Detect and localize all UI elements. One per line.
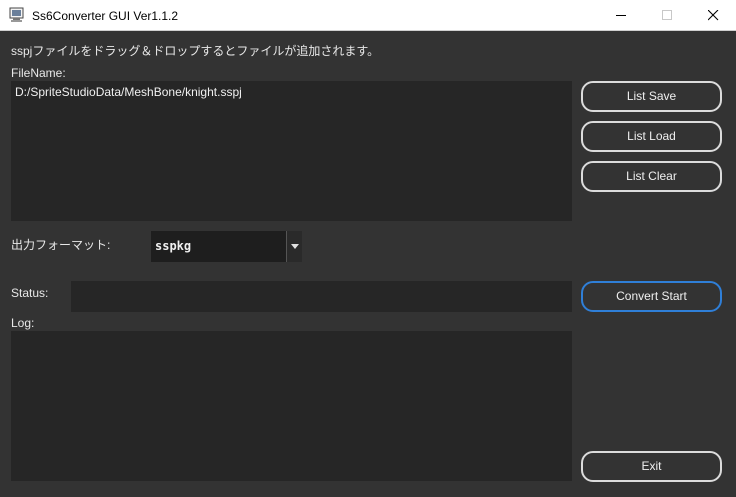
window-title: Ss6Converter GUI Ver1.1.2 xyxy=(32,9,179,23)
maximize-icon xyxy=(662,10,672,20)
minimize-button[interactable] xyxy=(598,0,644,31)
dropdown-arrow[interactable] xyxy=(286,231,302,262)
list-clear-button[interactable]: List Clear xyxy=(581,161,722,192)
output-format-value: sspkg xyxy=(155,239,192,253)
list-item[interactable]: D:/SpriteStudioData/MeshBone/knight.sspj xyxy=(15,85,242,99)
maximize-button[interactable] xyxy=(644,0,690,31)
close-icon xyxy=(708,10,719,21)
convert-start-button[interactable]: Convert Start xyxy=(581,281,722,312)
minimize-icon xyxy=(616,15,626,16)
output-format-select[interactable]: sspkg xyxy=(151,231,302,262)
exit-button[interactable]: Exit xyxy=(581,451,722,482)
list-load-button[interactable]: List Load xyxy=(581,121,722,152)
instructions-text: sspjファイルをドラッグ＆ドロップするとファイルが追加されます。 xyxy=(11,44,380,58)
close-button[interactable] xyxy=(690,0,736,31)
log-area[interactable] xyxy=(11,331,572,481)
status-field xyxy=(71,281,572,312)
log-label: Log: xyxy=(11,316,35,330)
chevron-down-icon xyxy=(291,244,299,249)
list-save-button[interactable]: List Save xyxy=(581,81,722,112)
title-bar: Ss6Converter GUI Ver1.1.2 xyxy=(0,0,736,31)
file-list[interactable]: D:/SpriteStudioData/MeshBone/knight.sspj xyxy=(11,81,572,221)
status-label: Status: xyxy=(11,286,49,300)
output-format-label: 出力フォーマット: xyxy=(11,238,111,252)
filename-label: FileName: xyxy=(11,66,66,80)
app-icon xyxy=(9,7,24,23)
